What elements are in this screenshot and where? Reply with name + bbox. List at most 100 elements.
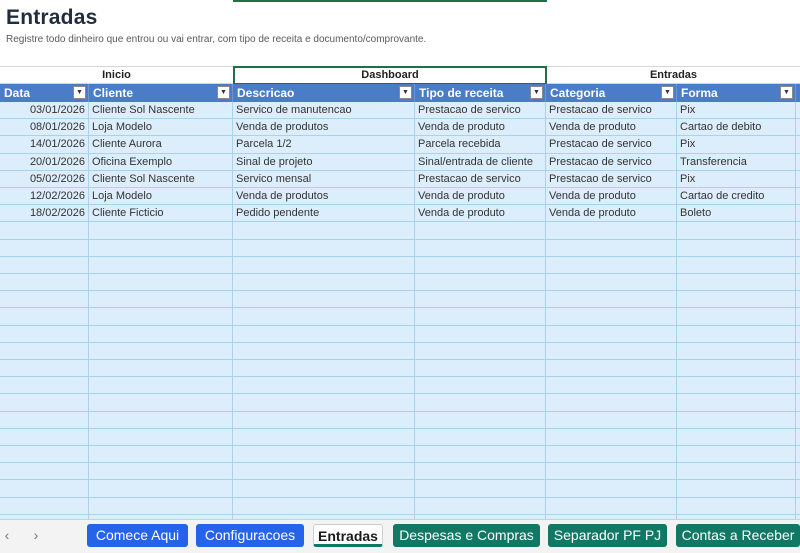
cell-data[interactable] — [0, 394, 89, 412]
cell-forma[interactable] — [677, 308, 796, 326]
filter-dropdown-icon[interactable]: ▼ — [661, 86, 674, 99]
cell-tipo-receita[interactable] — [415, 480, 546, 498]
cell-forma[interactable]: Cartao de credito — [677, 188, 796, 205]
cell-descricao[interactable] — [233, 256, 415, 274]
column-header-descricao[interactable]: Descricao ▼ — [233, 84, 415, 102]
cell-cliente[interactable] — [89, 446, 233, 463]
cell-categoria[interactable] — [546, 308, 677, 326]
cell-descricao[interactable] — [233, 446, 415, 463]
filter-dropdown-icon[interactable]: ▼ — [73, 86, 86, 99]
cell-data[interactable] — [0, 308, 89, 326]
cell-data[interactable] — [0, 325, 89, 343]
cell-categoria[interactable] — [546, 239, 677, 257]
cell-data[interactable]: 03/01/2026 — [0, 102, 89, 119]
cell-data[interactable] — [0, 446, 89, 463]
cell-data[interactable] — [0, 497, 89, 515]
cell-data[interactable] — [0, 360, 89, 377]
cell-data[interactable] — [0, 480, 89, 498]
cell-categoria[interactable]: Prestacao de servico — [546, 102, 677, 119]
filter-dropdown-icon[interactable]: ▼ — [530, 86, 543, 99]
empty-row[interactable] — [0, 274, 800, 292]
cell-categoria[interactable]: Prestacao de servico — [546, 170, 677, 188]
cell-tipo-receita[interactable] — [415, 377, 546, 395]
cell-descricao[interactable] — [233, 291, 415, 309]
cell-tipo-receita[interactable] — [415, 274, 546, 291]
cell-categoria[interactable] — [546, 274, 677, 291]
cell-descricao[interactable] — [233, 239, 415, 257]
chevron-right-icon[interactable]: › — [29, 527, 43, 543]
cell-cliente[interactable]: Cliente Ficticio — [89, 205, 233, 223]
nav-link-dashboard[interactable]: Dashboard — [233, 66, 547, 85]
cell-tipo-receita[interactable] — [415, 463, 546, 481]
cell-tipo-receita[interactable] — [415, 256, 546, 274]
cell-categoria[interactable] — [546, 497, 677, 515]
cell-tipo-receita[interactable]: Prestacao de servico — [415, 170, 546, 188]
cell-tipo-receita[interactable]: Sinal/entrada de cliente — [415, 153, 546, 171]
empty-row[interactable] — [0, 428, 800, 446]
cell-cliente[interactable]: Loja Modelo — [89, 119, 233, 137]
sheet-tab-comece-aqui[interactable]: Comece Aqui — [87, 524, 188, 547]
cell-data[interactable] — [0, 274, 89, 291]
cell-forma[interactable] — [677, 239, 796, 257]
empty-row[interactable] — [0, 360, 800, 378]
table-row[interactable]: 08/01/2026 Loja Modelo Venda de produtos Ve… — [0, 119, 800, 137]
cell-descricao[interactable] — [233, 497, 415, 515]
cell-categoria[interactable] — [546, 222, 677, 240]
column-header-cliente[interactable]: Cliente ▼ — [89, 84, 233, 102]
cell-descricao[interactable]: Parcela 1/2 — [233, 136, 415, 154]
cell-cliente[interactable] — [89, 291, 233, 309]
cell-descricao[interactable]: Venda de produtos — [233, 119, 415, 137]
cell-tipo-receita[interactable]: Venda de produto — [415, 205, 546, 223]
cell-data[interactable]: 08/01/2026 — [0, 119, 89, 137]
cell-data[interactable]: 14/01/2026 — [0, 136, 89, 154]
cell-categoria[interactable] — [546, 480, 677, 498]
empty-row[interactable] — [0, 256, 800, 274]
empty-row[interactable] — [0, 342, 800, 360]
cell-tipo-receita[interactable] — [415, 291, 546, 309]
cell-forma[interactable]: Pix — [677, 170, 796, 188]
cell-descricao[interactable] — [233, 428, 415, 446]
cell-categoria[interactable] — [546, 256, 677, 274]
empty-row[interactable] — [0, 394, 800, 412]
cell-descricao[interactable] — [233, 274, 415, 291]
empty-row[interactable] — [0, 377, 800, 395]
cell-forma[interactable] — [677, 480, 796, 498]
cell-categoria[interactable] — [546, 446, 677, 463]
cell-forma[interactable]: Boleto — [677, 205, 796, 223]
cell-tipo-receita[interactable] — [415, 239, 546, 257]
empty-row[interactable] — [0, 446, 800, 464]
cell-data[interactable] — [0, 291, 89, 309]
cell-descricao[interactable]: Sinal de projeto — [233, 153, 415, 171]
column-header-tipo-receita[interactable]: Tipo de receita ▼ — [415, 84, 546, 102]
nav-link-inicio[interactable]: Inicio — [0, 67, 233, 84]
table-row[interactable]: 12/02/2026 Loja Modelo Venda de produtos Ve… — [0, 188, 800, 206]
empty-row[interactable] — [0, 239, 800, 257]
cell-categoria[interactable]: Prestacao de servico — [546, 153, 677, 171]
chevron-left-icon[interactable]: ‹ — [0, 527, 14, 543]
cell-descricao[interactable]: Servico de manutencao — [233, 102, 415, 119]
nav-link-entradas[interactable]: Entradas — [547, 67, 800, 84]
cell-categoria[interactable]: Venda de produto — [546, 119, 677, 137]
cell-categoria[interactable] — [546, 411, 677, 429]
cell-cliente[interactable]: Cliente Sol Nascente — [89, 102, 233, 119]
cell-cliente[interactable]: Oficina Exemplo — [89, 153, 233, 171]
cell-tipo-receita[interactable] — [415, 428, 546, 446]
cell-tipo-receita[interactable]: Parcela recebida — [415, 136, 546, 154]
table-row[interactable]: 20/01/2026 Oficina Exemplo Sinal de projet… — [0, 153, 800, 171]
cell-forma[interactable]: Pix — [677, 136, 796, 154]
cell-categoria[interactable] — [546, 342, 677, 360]
cell-tipo-receita[interactable] — [415, 308, 546, 326]
cell-forma[interactable] — [677, 291, 796, 309]
cell-forma[interactable] — [677, 394, 796, 412]
cell-descricao[interactable]: Venda de produtos — [233, 188, 415, 205]
table-row[interactable]: 03/01/2026 Cliente Sol Nascente Servico de… — [0, 102, 800, 120]
sheet-tab-separador-pf-pj[interactable]: Separador PF PJ — [548, 524, 667, 547]
cell-descricao[interactable] — [233, 411, 415, 429]
cell-data[interactable]: 12/02/2026 — [0, 188, 89, 205]
cell-categoria[interactable] — [546, 394, 677, 412]
cell-tipo-receita[interactable] — [415, 394, 546, 412]
table-row[interactable]: 14/01/2026 Cliente Aurora Parcela 1/2 Parce… — [0, 136, 800, 154]
cell-cliente[interactable]: Cliente Aurora — [89, 136, 233, 154]
cell-forma[interactable] — [677, 428, 796, 446]
column-header-forma[interactable]: Forma ▼ — [677, 84, 796, 102]
